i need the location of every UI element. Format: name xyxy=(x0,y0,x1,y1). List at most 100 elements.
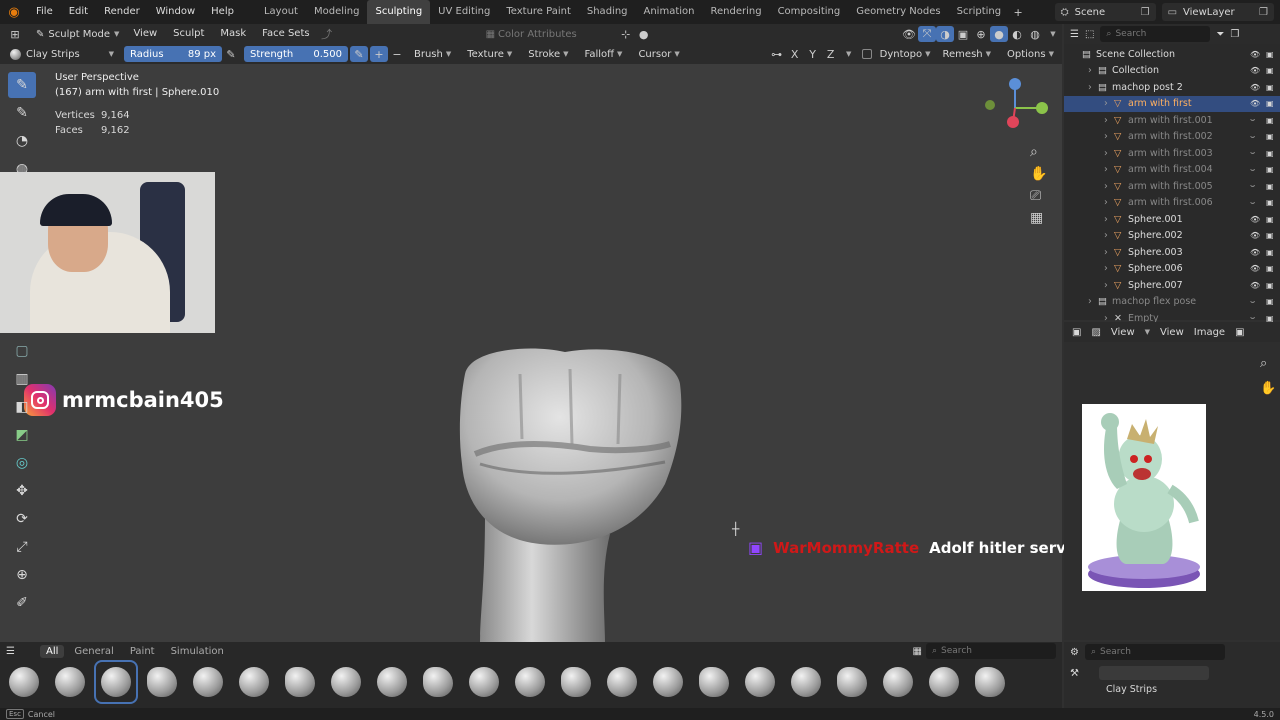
asset-tab-general[interactable]: General xyxy=(68,646,119,657)
visibility-eye-icon[interactable]: ⌣ xyxy=(1250,165,1266,175)
visibility-eye-icon[interactable]: 👁 xyxy=(1250,83,1266,92)
render-camera-icon[interactable]: ▣ xyxy=(1266,149,1280,158)
tab-layout[interactable]: Layout xyxy=(256,0,306,24)
tab-modeling[interactable]: Modeling xyxy=(306,0,368,24)
visibility-eye-icon[interactable]: 👁 xyxy=(1250,248,1266,257)
image-zoom-icon[interactable]: ⌕ xyxy=(1260,356,1276,371)
display-mode-icon[interactable]: ⬚ xyxy=(1085,29,1094,40)
expand-chevron-icon[interactable]: › xyxy=(1104,164,1114,175)
image-editor-type-icon[interactable]: ▣ xyxy=(1072,327,1081,338)
render-camera-icon[interactable]: ▣ xyxy=(1266,248,1280,257)
tab-shading[interactable]: Shading xyxy=(579,0,636,24)
visibility-eye-icon[interactable]: 👁 xyxy=(1250,264,1266,273)
brush-asset-thumbnail[interactable] xyxy=(556,662,596,702)
visibility-eye-icon[interactable]: ⌣ xyxy=(1250,181,1266,191)
render-camera-icon[interactable]: ▣ xyxy=(1266,165,1280,174)
brush-asset-thumbnail[interactable] xyxy=(648,662,688,702)
brush-asset-thumbnail[interactable] xyxy=(234,662,274,702)
brush-asset-thumbnail[interactable] xyxy=(694,662,734,702)
expand-chevron-icon[interactable]: › xyxy=(1104,263,1114,274)
shading-options-icon[interactable]: ▼ xyxy=(1044,26,1062,42)
outliner-row[interactable]: › ▽ Sphere.001 👁 ▣ xyxy=(1064,211,1280,228)
outliner-row[interactable]: › ▽ arm with first.005 ⌣ ▣ xyxy=(1064,178,1280,195)
visibility-eye-icon[interactable]: ⌣ xyxy=(1250,148,1266,158)
outliner-row[interactable]: › ▽ arm with first.002 ⌣ ▣ xyxy=(1064,129,1280,146)
brush-asset-thumbnail[interactable] xyxy=(740,662,780,702)
properties-editor-icon[interactable]: ⚙ xyxy=(1070,647,1079,658)
render-camera-icon[interactable]: ▣ xyxy=(1266,215,1280,224)
transform-tool[interactable]: ⊕ xyxy=(8,562,36,588)
overlays-icon[interactable]: ◑ xyxy=(936,26,954,42)
direction-subtract-icon[interactable]: − xyxy=(388,46,406,62)
cursor-menu[interactable]: Cursor ▼ xyxy=(630,49,687,60)
material-shading-icon[interactable]: ◐ xyxy=(1008,26,1026,42)
dyntopo-menu[interactable]: Dyntopo ▼ xyxy=(876,49,935,60)
brush-asset-thumbnail[interactable] xyxy=(924,662,964,702)
visibility-eye-icon[interactable]: 👁 xyxy=(1250,66,1266,75)
brush-tool-2[interactable]: ✎ xyxy=(8,100,36,126)
expand-chevron-icon[interactable]: › xyxy=(1104,197,1114,208)
image-editor-image-menu[interactable]: Image xyxy=(1194,327,1225,338)
render-camera-icon[interactable]: ▣ xyxy=(1266,83,1280,92)
menu-view[interactable]: View xyxy=(125,22,165,46)
box-hide-tool[interactable]: ▥ xyxy=(8,366,36,392)
menu-render[interactable]: Render xyxy=(96,0,148,24)
visibility-eye-icon[interactable]: 👁 xyxy=(1250,99,1266,108)
strength-field[interactable]: Strength 0.500 xyxy=(244,46,348,62)
menu-file[interactable]: File xyxy=(28,0,61,24)
brush-asset-thumbnail[interactable] xyxy=(464,662,504,702)
menu-face-sets[interactable]: Face Sets xyxy=(254,22,317,46)
brush-asset-thumbnail[interactable] xyxy=(418,662,458,702)
outliner-editor-icon[interactable]: ☰ xyxy=(1070,29,1079,40)
scale-tool[interactable]: ⤢ xyxy=(8,534,36,560)
expand-chevron-icon[interactable]: › xyxy=(1104,115,1114,126)
camera-view-icon[interactable]: ⎚ xyxy=(1030,188,1047,204)
visibility-eye-icon[interactable]: ⌣ xyxy=(1250,132,1266,142)
brush-asset-thumbnail[interactable] xyxy=(142,662,182,702)
menu-sculpt[interactable]: Sculpt xyxy=(165,22,212,46)
brush-asset-thumbnail[interactable] xyxy=(878,662,918,702)
tab-sculpting[interactable]: Sculpting xyxy=(367,0,431,24)
visibility-eye-icon[interactable]: 👁 xyxy=(1250,215,1266,224)
render-camera-icon[interactable]: ▣ xyxy=(1266,264,1280,273)
rendered-shading-icon[interactable]: ◍ xyxy=(1026,26,1044,42)
link-icon[interactable]: ⤴ xyxy=(318,26,336,42)
mirror-y-toggle[interactable]: Y xyxy=(804,46,822,62)
menu-window[interactable]: Window xyxy=(148,0,203,24)
trim-tool[interactable]: ◩ xyxy=(8,422,36,448)
render-camera-icon[interactable]: ▣ xyxy=(1266,281,1280,290)
visibility-eye-icon[interactable]: ⌣ xyxy=(1250,198,1266,208)
render-camera-icon[interactable]: ▣ xyxy=(1266,231,1280,240)
render-camera-icon[interactable]: ▣ xyxy=(1266,198,1280,207)
outliner-row[interactable]: › ▽ arm with first.001 ⌣ ▣ xyxy=(1064,112,1280,129)
expand-chevron-icon[interactable]: › xyxy=(1104,280,1114,291)
stroke-menu[interactable]: Stroke ▼ xyxy=(520,49,576,60)
render-camera-icon[interactable]: ▣ xyxy=(1266,116,1280,125)
image-pan-icon[interactable]: ✋ xyxy=(1260,381,1276,396)
asset-tab-all[interactable]: All xyxy=(40,644,65,658)
visibility-eye-icon[interactable]: 👁 xyxy=(1250,231,1266,240)
mode-dropdown[interactable]: ✎ Sculpt Mode ▼ xyxy=(30,29,125,40)
view-object-types-icon[interactable]: 👁 xyxy=(900,26,918,42)
expand-chevron-icon[interactable]: › xyxy=(1088,296,1098,307)
falloff-menu[interactable]: Falloff ▼ xyxy=(577,49,631,60)
mask-tool[interactable]: ▢ xyxy=(8,338,36,364)
expand-chevron-icon[interactable]: › xyxy=(1104,98,1114,109)
image-browse-icon[interactable]: ▣ xyxy=(1235,327,1244,338)
tab-rendering[interactable]: Rendering xyxy=(702,0,769,24)
brush-asset-thumbnail[interactable] xyxy=(786,662,826,702)
tab-animation[interactable]: Animation xyxy=(636,0,703,24)
blender-logo-icon[interactable]: ◉ xyxy=(0,4,28,20)
move-tool[interactable]: ✥ xyxy=(8,478,36,504)
3d-viewport[interactable]: User Perspective (167) arm with first | … xyxy=(0,64,1234,644)
menu-mask[interactable]: Mask xyxy=(212,22,254,46)
brush-tool-3[interactable]: ◔ xyxy=(8,128,36,154)
outliner-row[interactable]: › ▽ arm with first.006 ⌣ ▣ xyxy=(1064,195,1280,212)
filter-tool[interactable]: ◎ xyxy=(8,450,36,476)
image-editor-view-menu[interactable]: View xyxy=(1111,327,1135,338)
image-editor-view-menu-2[interactable]: View xyxy=(1160,327,1184,338)
brush-asset-thumbnail[interactable] xyxy=(280,662,320,702)
options-menu[interactable]: Options ▼ xyxy=(999,49,1062,60)
outliner-row[interactable]: › ▽ arm with first.004 ⌣ ▣ xyxy=(1064,162,1280,179)
annotate-tool[interactable]: ✐ xyxy=(8,590,36,616)
